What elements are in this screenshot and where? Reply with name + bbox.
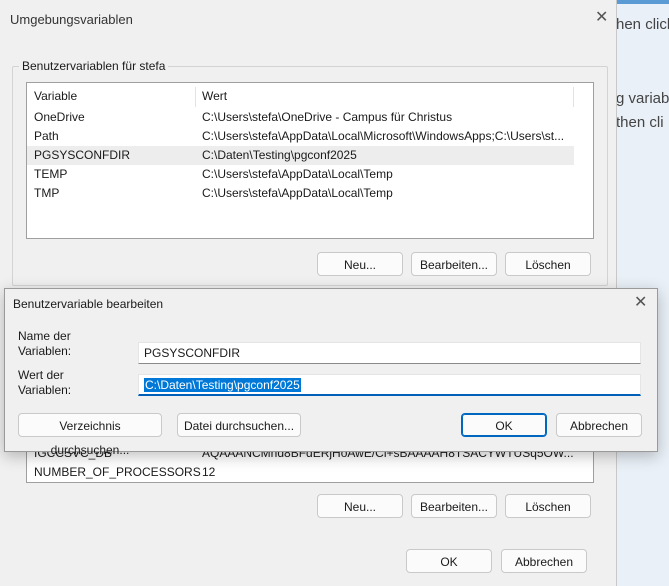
user-variables-group-label: Benutzervariablen für stefa [19,59,169,73]
table-row[interactable]: TEMP C:\Users\stefa\AppData\Local\Temp [27,165,593,184]
system-edit-button[interactable]: Bearbeiten... [411,494,497,518]
variable-name: PGSYSCONFDIR [34,148,131,162]
ok-button[interactable]: OK [461,413,547,437]
variable-name: NUMBER_OF_PROCESSORS [34,465,201,479]
user-edit-button[interactable]: Bearbeiten... [411,252,497,276]
variable-value: C:\Daten\Testing\pgconf2025 [202,148,357,162]
name-label-line: Name der [18,329,71,343]
browse-directory-button[interactable]: Verzeichnis durchsuchen... [18,413,162,457]
table-row[interactable]: NUMBER_OF_PROCESSORS 12 [27,463,593,482]
selected-text: C:\Daten\Testing\pgconf2025 [144,378,301,392]
variable-value: C:\Users\stefa\AppData\Local\Temp [202,167,393,181]
accent-line [612,0,669,4]
table-row[interactable]: TMP C:\Users\stefa\AppData\Local\Temp [27,184,593,203]
variable-value: C:\Users\stefa\AppData\Local\Microsoft\W… [202,129,565,143]
edit-user-variable-dialog: Benutzervariable bearbeiten ✕ Name der V… [4,288,658,457]
user-variables-list[interactable]: Variable Wert OneDrive C:\Users\stefa\On… [26,82,594,239]
browse-file-button[interactable]: Datei durchsuchen... [177,413,301,437]
variable-value: 12 [202,465,216,479]
value-label-line: Wert der [18,368,64,382]
table-row[interactable]: Path C:\Users\stefa\AppData\Local\Micros… [27,127,593,146]
variable-name-input-text[interactable] [144,343,640,363]
variable-name: OneDrive [34,110,85,124]
column-separator[interactable] [573,87,574,107]
cancel-button[interactable]: Abbrechen [501,549,587,573]
background-text-line: then cli [616,114,664,131]
name-label-line: Variablen: [18,344,72,358]
variable-value: C:\Users\stefa\OneDrive - Campus für Chr… [202,110,453,124]
user-new-button[interactable]: Neu... [317,252,403,276]
close-icon[interactable]: ✕ [595,10,608,26]
background-text-line: g variab [616,90,669,107]
ok-button[interactable]: OK [406,549,492,573]
variable-value: C:\Users\stefa\AppData\Local\Temp [202,186,393,200]
variable-name: Path [34,129,59,143]
system-delete-button[interactable]: Löschen [505,494,591,518]
table-row-selected[interactable]: PGSYSCONFDIR C:\Daten\Testing\pgconf2025 [27,146,574,165]
table-row[interactable]: OneDrive C:\Users\stefa\OneDrive - Campu… [27,108,593,127]
system-new-button[interactable]: Neu... [317,494,403,518]
variable-name: TMP [34,186,60,200]
dialog-title: Benutzervariable bearbeiten [13,297,164,311]
value-label-line: Variablen: [18,383,72,397]
background-text-line: hen click [616,16,669,33]
variable-name-input[interactable] [138,342,641,364]
user-delete-button[interactable]: Löschen [505,252,591,276]
variable-value-input[interactable]: C:\Daten\Testing\pgconf2025 [138,374,641,396]
column-header-variable[interactable]: Variable [27,83,195,109]
variable-name: TEMP [34,167,68,181]
dialog-title: Umgebungsvariablen [10,12,133,27]
close-icon[interactable]: ✕ [634,295,647,311]
cancel-button[interactable]: Abbrechen [556,413,642,437]
column-header-value[interactable]: Wert [195,83,573,109]
